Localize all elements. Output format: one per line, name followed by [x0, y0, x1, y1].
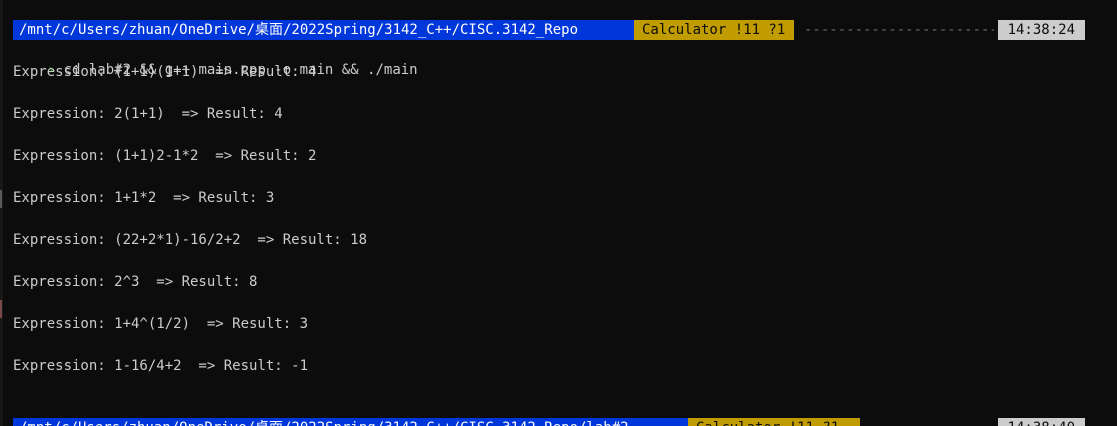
prompt-bar-top: /mnt/c/Users/zhuan/OneDrive/桌面/2022Sprin… — [13, 20, 1085, 40]
window-left-edge — [0, 0, 3, 426]
output-line: Expression: (22+2*1)-16/2+2 => Result: 1… — [13, 232, 368, 248]
output-line: Expression: 1+1*2 => Result: 3 — [13, 190, 275, 206]
output-line: Expression: (1+1)2-1*2 => Result: 2 — [13, 148, 317, 164]
git-status: Calculator !11 ?1 — [634, 20, 794, 40]
prompt-bar-bottom: /mnt/c/Users/zhuan/OneDrive/桌面/2022Sprin… — [13, 418, 1085, 426]
prompt-path: /mnt/c/Users/zhuan/OneDrive/桌面/2022Sprin… — [13, 418, 688, 426]
output-line: Expression: 2^3 => Result: 8 — [13, 274, 258, 290]
prompt-time: 14:38:40 — [997, 418, 1085, 426]
output-line: Expression: 1-16/4+2 => Result: -1 — [13, 358, 309, 374]
prompt-time: 14:38:24 — [997, 20, 1085, 40]
output-line: Expression: 2(1+1) => Result: 4 — [13, 106, 283, 122]
git-status: Calculator !11 ?1 — [688, 418, 860, 426]
command-line[interactable]: › cd lab#2 && g++ main.cpp -o main && ./… — [13, 40, 418, 78]
prompt-path: /mnt/c/Users/zhuan/OneDrive/桌面/2022Sprin… — [13, 20, 634, 40]
terminal-window[interactable]: /mnt/c/Users/zhuan/OneDrive/桌面/2022Sprin… — [0, 0, 1117, 426]
output-line: Expression: 1+4^(1/2) => Result: 3 — [13, 316, 309, 332]
scroll-mark — [0, 190, 2, 208]
scroll-mark — [0, 300, 2, 318]
prompt-filler: ----------------------------------------… — [804, 22, 994, 38]
output-line: Expression: (1+1)(1+1) => Result: 4 — [13, 64, 317, 80]
